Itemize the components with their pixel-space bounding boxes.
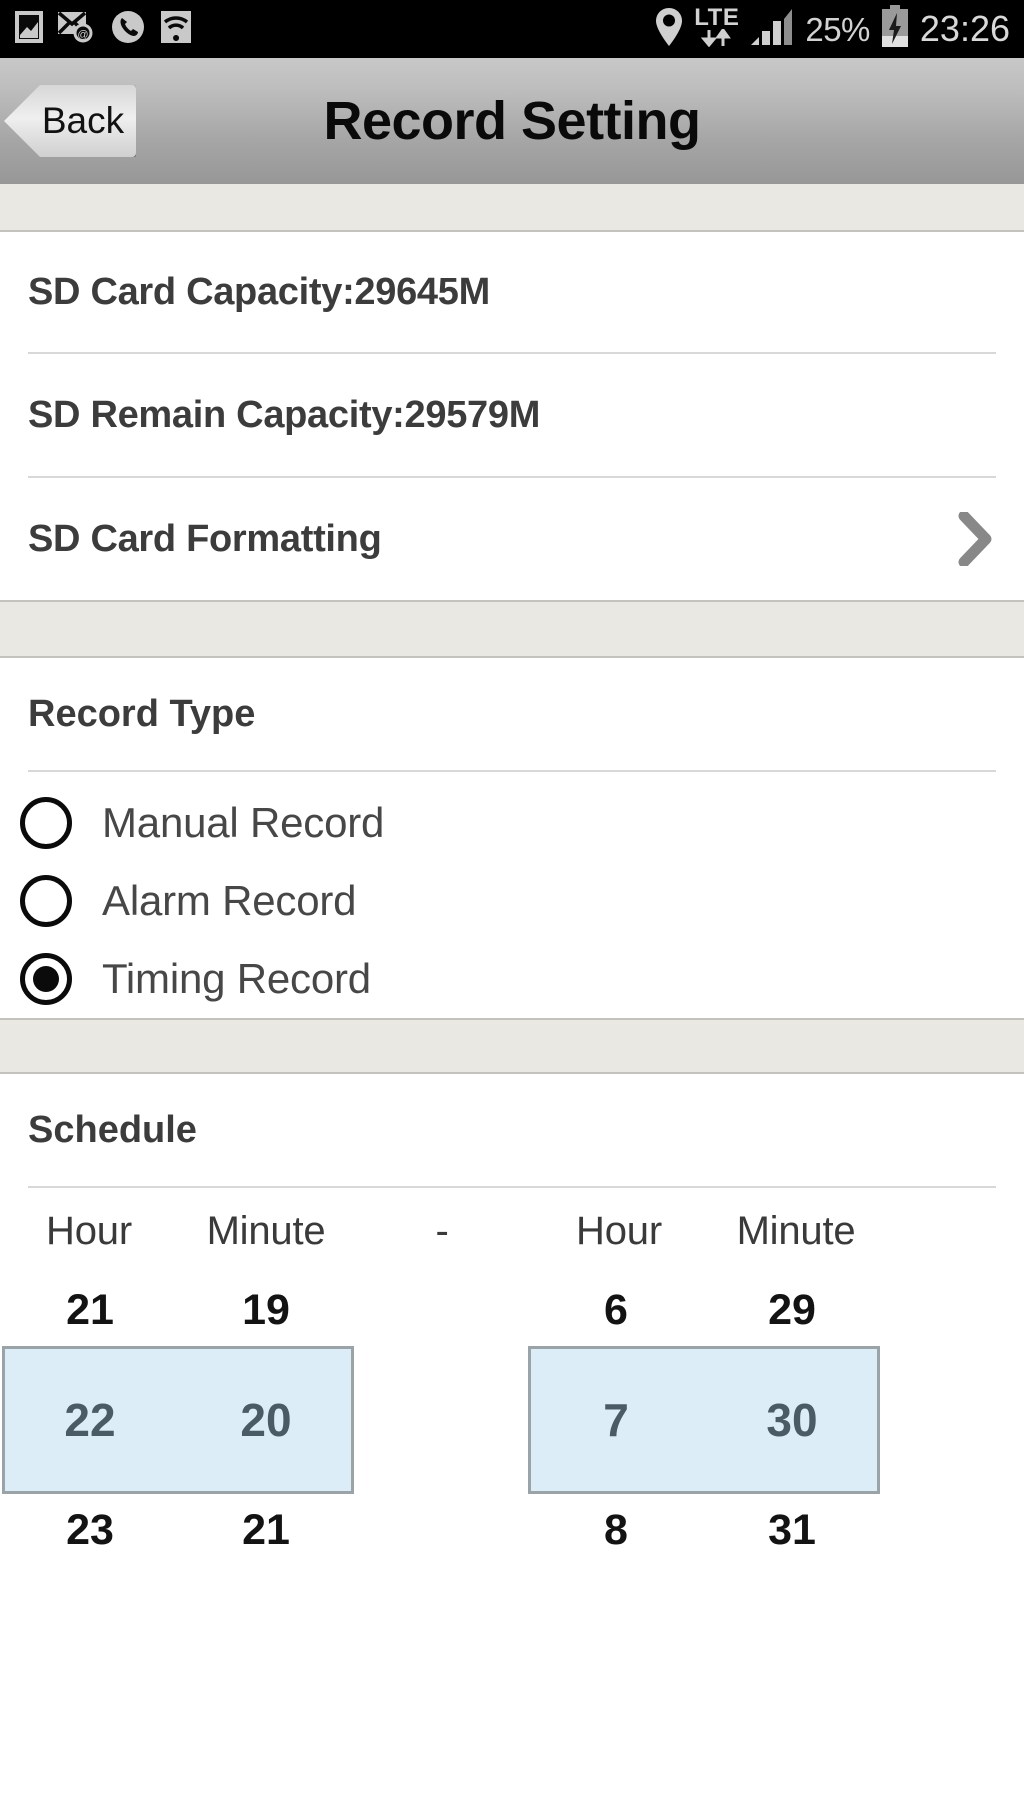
schedule-heading: Schedule [28,1108,197,1151]
radio-option-timing-record[interactable]: Timing Record [0,940,1024,1018]
sd-remain-capacity-label: SD Remain Capacity:29579M [28,393,541,436]
wifi-icon [160,9,192,50]
section-spacer-top [0,184,1024,232]
status-bar-clock: 23:26 [919,8,1010,49]
picker-value-below: 21 [242,1506,290,1554]
sd-remain-capacity-row: SD Remain Capacity:29579M [0,354,1024,476]
location-pin-icon [654,6,684,53]
phone-icon [110,9,146,50]
battery-percent-label: 25% [805,10,870,48]
picker-value-above: 21 [66,1286,114,1334]
picker-value-above: 19 [242,1286,290,1334]
record-type-section: Record Type Manual Record Alarm Record T… [0,658,1024,1018]
network-type-indicator: LTE [694,3,740,52]
header-start-minute: Minute [206,1208,326,1253]
schedule-section: Schedule Hour Minute - Hour Minute 21 22… [0,1074,1024,1566]
header-start-hour: Hour [46,1208,132,1253]
radio-option-manual-record[interactable]: Manual Record [0,784,1024,862]
picker-value-selected: 30 [766,1394,818,1446]
battery-charging-icon [880,4,910,54]
picker-wheels: 21 22 23 19 20 21 6 7 8 29 30 31 [0,1274,1024,1566]
sd-card-capacity-label: SD Card Capacity:29645M [28,270,490,313]
schedule-time-picker: Hour Minute - Hour Minute 21 22 23 19 20… [0,1188,1024,1566]
picker-column-end-hour[interactable]: 6 7 8 [528,1274,704,1566]
mail-sync-icon: @ [57,10,96,49]
svg-text:@: @ [77,29,88,41]
picker-column-headers: Hour Minute - Hour Minute [0,1188,1024,1274]
sd-card-formatting-label: SD Card Formatting [28,517,382,560]
picker-value-above: 6 [604,1286,628,1334]
radio-button-icon[interactable] [20,797,72,849]
picker-value-below: 8 [604,1506,628,1554]
radio-option-label: Timing Record [102,955,371,1002]
radio-option-label: Manual Record [102,799,385,846]
picker-value-selected: 22 [64,1394,116,1446]
header-end-minute: Minute [736,1208,856,1253]
sd-card-section: SD Card Capacity:29645M SD Remain Capaci… [0,232,1024,600]
radio-button-icon-selected[interactable] [20,953,72,1005]
picker-value-selected: 7 [603,1394,629,1446]
record-type-radio-group: Manual Record Alarm Record Timing Record [0,772,1024,1018]
picker-column-start-minute[interactable]: 19 20 21 [178,1274,354,1566]
page-title: Record Setting [323,91,701,151]
status-bar-left-icons: @ [14,9,192,50]
record-setting-screen: @ LTE 25% 23:26 Back Record Setting SD C… [0,0,1024,1820]
sd-card-formatting-row[interactable]: SD Card Formatting [0,478,1024,600]
title-bar: Back Record Setting [0,58,1024,184]
status-bar: @ LTE 25% 23:26 [0,0,1024,58]
picker-column-start-hour[interactable]: 21 22 23 [2,1274,178,1566]
chevron-right-icon [958,510,992,568]
section-spacer-record-type [0,600,1024,658]
radio-button-icon[interactable] [20,875,72,927]
photo-icon [14,9,44,50]
signal-bars-icon [749,7,795,52]
header-end-hour: Hour [576,1208,662,1253]
picker-value-below: 23 [66,1506,114,1554]
section-spacer-schedule [0,1018,1024,1074]
record-type-heading: Record Type [28,692,256,735]
radio-option-label: Alarm Record [102,877,357,924]
picker-value-selected: 20 [240,1394,292,1446]
header-range-separator: - [435,1208,449,1253]
picker-value-above: 29 [768,1286,816,1334]
picker-column-end-minute[interactable]: 29 30 31 [704,1274,880,1566]
status-bar-right-icons: LTE 25% 23:26 [654,0,1010,58]
data-transfer-arrows-icon [700,27,734,51]
picker-value-below: 31 [768,1506,816,1554]
sd-card-capacity-row: SD Card Capacity:29645M [0,232,1024,352]
network-label: LTE [694,3,740,31]
radio-option-alarm-record[interactable]: Alarm Record [0,862,1024,940]
